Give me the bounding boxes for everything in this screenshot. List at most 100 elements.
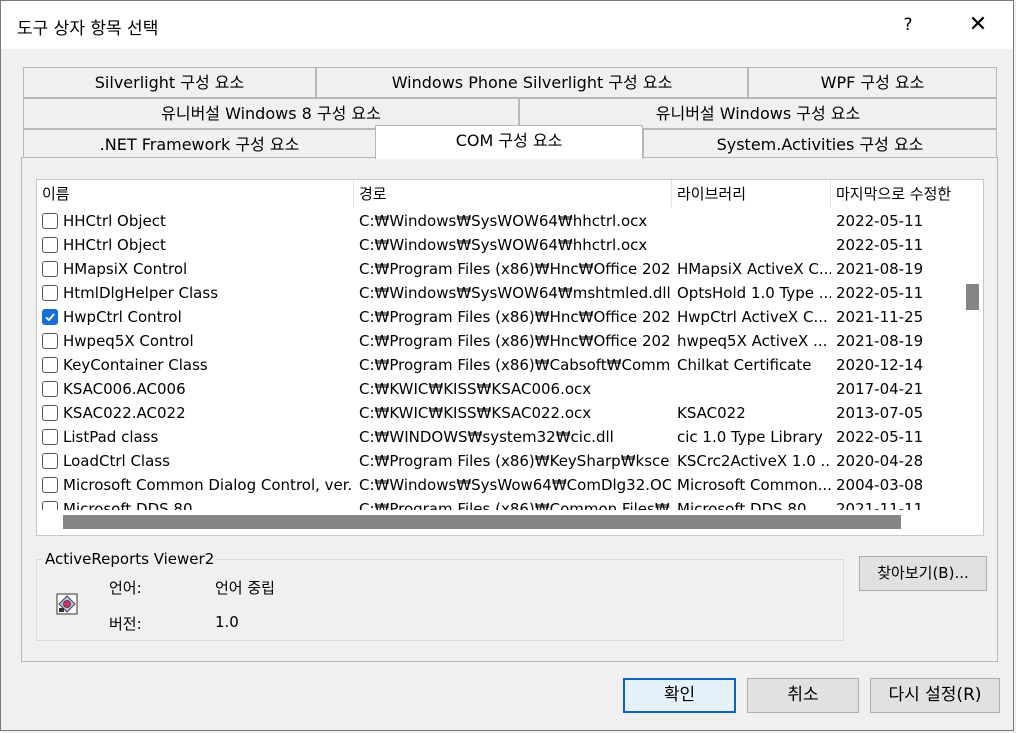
tab-com[interactable]: COM 구성 요소: [375, 125, 643, 159]
table-row[interactable]: HHCtrl Object C:₩Windows₩SysWOW64₩hhctrl.…: [37, 209, 961, 233]
vertical-scroll-thumb[interactable]: [966, 284, 979, 310]
row-checkbox[interactable]: [42, 261, 58, 277]
cell-modified: 2022-05-11: [836, 428, 924, 446]
cell-library: [677, 377, 831, 401]
column-header-name[interactable]: 이름: [37, 180, 354, 208]
browse-button[interactable]: 찾아보기(B)...: [859, 556, 987, 591]
row-checkbox[interactable]: [42, 453, 58, 469]
row-checkbox[interactable]: [42, 213, 58, 229]
list-viewport: 이름 경로 라이브러리 마지막으로 수정한 HHCtrl Object C:₩Wi…: [37, 180, 961, 510]
row-checkbox[interactable]: [42, 429, 58, 445]
cell-library: [677, 233, 831, 257]
cell-modified: 2013-07-05: [836, 404, 924, 422]
cell-modified: 2021-11-11: [836, 500, 924, 510]
cell-name: HtmlDlgHelper Class: [63, 284, 219, 302]
language-value: 언어 중립: [215, 579, 275, 597]
cell-name: ListPad class: [63, 428, 159, 446]
table-row[interactable]: KeyContainer Class C:₩Program Files (x86)…: [37, 353, 961, 377]
row-checkbox[interactable]: [42, 405, 58, 421]
cell-modified: 2020-04-28: [836, 452, 924, 470]
row-checkbox[interactable]: [42, 309, 58, 325]
cell-modified: 2021-08-19: [836, 332, 924, 350]
cell-path: C:₩Program Files (x86)₩Cabsoft₩Commo...: [359, 356, 671, 374]
horizontal-scroll-thumb[interactable]: [63, 515, 901, 529]
table-row[interactable]: Hwpeq5X Control C:₩Program Files (x86)₩Hn…: [37, 329, 961, 353]
cell-path: C:₩Windows₩SysWow64₩ComDlg32.OCX: [359, 476, 671, 494]
table-row[interactable]: LoadCtrl Class C:₩Program Files (x86)₩Key…: [37, 449, 961, 473]
row-checkbox[interactable]: [42, 333, 58, 349]
vertical-scrollbar[interactable]: [961, 180, 983, 510]
title-bar: 도구 상자 항목 선택 ? ✕: [1, 1, 1013, 49]
cell-library: cic 1.0 Type Library: [677, 428, 823, 446]
version-value: 1.0: [215, 613, 239, 631]
cell-name: LoadCtrl Class: [63, 452, 170, 470]
table-row[interactable]: ListPad class C:₩WINDOWS₩system32₩cic.dll…: [37, 425, 961, 449]
cell-library: OptsHold 1.0 Type ...: [677, 284, 831, 302]
cell-name: Microsoft DDS 80: [63, 500, 193, 510]
table-row[interactable]: HwpCtrl Control C:₩Program Files (x86)₩Hn…: [37, 305, 961, 329]
cell-library: KSCrc2ActiveX 1.0 ...: [677, 452, 831, 470]
column-header-library[interactable]: 라이브러리: [672, 180, 831, 208]
row-checkbox[interactable]: [42, 237, 58, 253]
reset-button[interactable]: 다시 설정(R): [870, 678, 1000, 713]
table-row[interactable]: KSAC022.AC022 C:₩KWIC₩KISS₩KSAC022.ocx KSA…: [37, 401, 961, 425]
cancel-button[interactable]: 취소: [747, 678, 859, 713]
cell-name: Hwpeq5X Control: [63, 332, 194, 350]
tab-system-activities[interactable]: System.Activities 구성 요소: [643, 129, 997, 160]
dialog-title: 도구 상자 항목 선택: [17, 19, 159, 39]
row-checkbox[interactable]: [42, 381, 58, 397]
cell-path: C:₩Windows₩SysWOW64₩hhctrl.ocx: [359, 236, 648, 254]
table-row[interactable]: Microsoft Common Dialog Control, ver... C…: [37, 473, 961, 497]
cell-path: C:₩KWIC₩KISS₩KSAC022.ocx: [359, 404, 592, 422]
cell-path: C:₩Program Files (x86)₩Hnc₩Office 2022..…: [359, 260, 671, 278]
cell-path: C:₩Program Files (x86)₩Hnc₩Office 2022..…: [359, 308, 671, 326]
cell-modified: 2022-05-11: [836, 284, 924, 302]
column-header-path[interactable]: 경로: [354, 180, 672, 208]
cell-name: KeyContainer Class: [63, 356, 208, 374]
cell-name: KSAC006.AC006: [63, 380, 186, 398]
cell-path: C:₩Program Files (x86)₩KeySharp₩kscert..…: [359, 452, 671, 470]
ok-button[interactable]: 확인: [623, 678, 736, 713]
cell-modified: 2021-08-19: [836, 260, 924, 278]
cell-library: Microsoft DDS 80: [677, 500, 807, 510]
tab-wpf[interactable]: WPF 구성 요소: [748, 67, 997, 98]
table-row[interactable]: HHCtrl Object C:₩Windows₩SysWOW64₩hhctrl.…: [37, 233, 961, 257]
row-checkbox[interactable]: [42, 477, 58, 493]
cell-modified: 2022-05-11: [836, 212, 924, 230]
horizontal-scrollbar[interactable]: [37, 510, 983, 535]
table-row[interactable]: KSAC006.AC006 C:₩KWIC₩KISS₩KSAC006.ocx 201…: [37, 377, 961, 401]
table-row[interactable]: HMapsiX Control C:₩Program Files (x86)₩Hn…: [37, 257, 961, 281]
cell-path: C:₩Program Files (x86)₩Hnc₩Office 2022..…: [359, 332, 671, 350]
cell-name: HwpCtrl Control: [63, 308, 182, 326]
tab-silverlight[interactable]: Silverlight 구성 요소: [23, 67, 316, 98]
cell-name: HMapsiX Control: [63, 260, 188, 278]
cell-name: Microsoft Common Dialog Control, ver...: [63, 476, 353, 494]
cell-modified: 2021-11-25: [836, 308, 924, 326]
cell-modified: 2020-12-14: [836, 356, 924, 374]
choose-toolbox-items-dialog: 도구 상자 항목 선택 ? ✕ Silverlight 구성 요소 Window…: [0, 0, 1014, 731]
table-row[interactable]: HtmlDlgHelper Class C:₩Windows₩SysWOW64₩m…: [37, 281, 961, 305]
cell-path: C:₩Program Files (x86)₩Common Files₩...: [359, 500, 671, 510]
component-details-title: ActiveReports Viewer2: [43, 550, 217, 568]
row-checkbox[interactable]: [42, 285, 58, 301]
row-checkbox[interactable]: [42, 501, 58, 510]
cell-modified: 2017-04-21: [836, 380, 924, 398]
cell-library: [677, 209, 831, 233]
tab-net-framework[interactable]: .NET Framework 구성 요소: [23, 129, 376, 160]
column-header-modified[interactable]: 마지막으로 수정한: [831, 180, 961, 208]
cell-name: HHCtrl Object: [63, 212, 166, 230]
activex-control-icon: [56, 593, 78, 615]
cell-library: HwpCtrl ActiveX C...: [677, 308, 828, 326]
help-button[interactable]: ?: [887, 5, 929, 45]
cell-path: C:₩Windows₩SysWOW64₩hhctrl.ocx: [359, 212, 648, 230]
cell-name: KSAC022.AC022: [63, 404, 186, 422]
component-details-group: [36, 559, 844, 641]
row-checkbox[interactable]: [42, 357, 58, 373]
com-components-list[interactable]: 이름 경로 라이브러리 마지막으로 수정한 HHCtrl Object C:₩Wi…: [36, 179, 984, 536]
cell-library: Chilkat Certificate: [677, 356, 812, 374]
table-row[interactable]: Microsoft DDS 80 C:₩Program Files (x86)₩C…: [37, 497, 961, 510]
close-button[interactable]: ✕: [951, 5, 1005, 45]
tab-windows-phone-silverlight[interactable]: Windows Phone Silverlight 구성 요소: [316, 67, 748, 98]
cell-library: KSAC022: [677, 404, 746, 422]
cell-path: C:₩Windows₩SysWOW64₩mshtmled.dll: [359, 284, 671, 302]
